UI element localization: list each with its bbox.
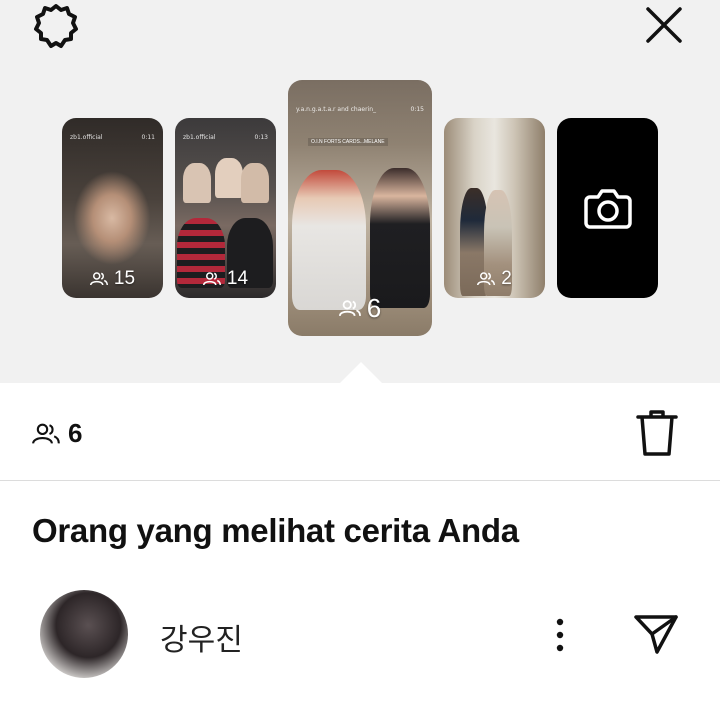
viewers-section-title: Orang yang melihat cerita Anda [32, 512, 519, 549]
send-icon [634, 615, 678, 654]
story-username: zb1.official [70, 134, 103, 141]
story-viewer-count: 6 [288, 293, 432, 324]
story-thumbnail[interactable]: zb1.official 0:13 14 [175, 118, 276, 298]
viewer-name[interactable]: 강우진 [160, 615, 243, 659]
avatar[interactable] [40, 590, 128, 678]
story-photo [241, 163, 269, 203]
close-button[interactable] [638, 0, 690, 50]
people-icon [477, 272, 496, 286]
story-photo [292, 170, 366, 310]
story-viewer-count: 2 [444, 268, 545, 290]
story-header: zb1.official 0:11 [70, 134, 155, 141]
story-username: y.a.n.g.a.t.a.r and chaerin_ [296, 106, 377, 113]
story-viewer-count: 14 [175, 268, 276, 290]
story-caption: O.I.N FORTS CARDS...MELANE [308, 138, 388, 146]
story-viewer-count: 15 [62, 268, 163, 290]
story-time: 0:13 [254, 134, 268, 141]
close-icon [646, 7, 682, 43]
viewer-list-item[interactable]: 강우진 [0, 585, 720, 685]
story-username: zb1.official [183, 134, 216, 141]
story-photo [183, 163, 211, 203]
add-story-camera-button[interactable] [557, 118, 658, 298]
settings-button[interactable] [30, 2, 82, 50]
viewer-count: 6 [32, 418, 82, 449]
story-thumbnail-selected[interactable]: y.a.n.g.a.t.a.r and chaerin_ 0:15 O.I.N … [288, 80, 432, 336]
selected-story-pointer [339, 362, 383, 384]
people-icon [202, 272, 221, 286]
viewer-count-value: 6 [68, 418, 83, 448]
story-photo [215, 158, 243, 198]
send-message-button[interactable] [630, 609, 682, 659]
story-time: 0:15 [410, 106, 424, 113]
story-time: 0:11 [141, 134, 155, 141]
gear-icon [34, 4, 78, 48]
more-vertical-icon [556, 618, 564, 652]
story-photo [67, 163, 157, 273]
trash-icon [636, 410, 678, 456]
delete-story-button[interactable] [632, 405, 682, 461]
story-header: y.a.n.g.a.t.a.r and chaerin_ 0:15 [296, 106, 424, 113]
story-thumbnail[interactable]: zb1.official 0:11 15 [62, 118, 163, 298]
people-icon [338, 300, 361, 317]
people-icon [89, 272, 108, 286]
story-info-bar [0, 383, 720, 481]
camera-icon [583, 189, 632, 229]
story-photo [370, 168, 430, 308]
people-icon [32, 423, 60, 444]
more-options-button[interactable] [540, 613, 580, 657]
story-header: zb1.official 0:13 [183, 134, 268, 141]
story-thumbnail[interactable]: 2 [444, 118, 545, 298]
